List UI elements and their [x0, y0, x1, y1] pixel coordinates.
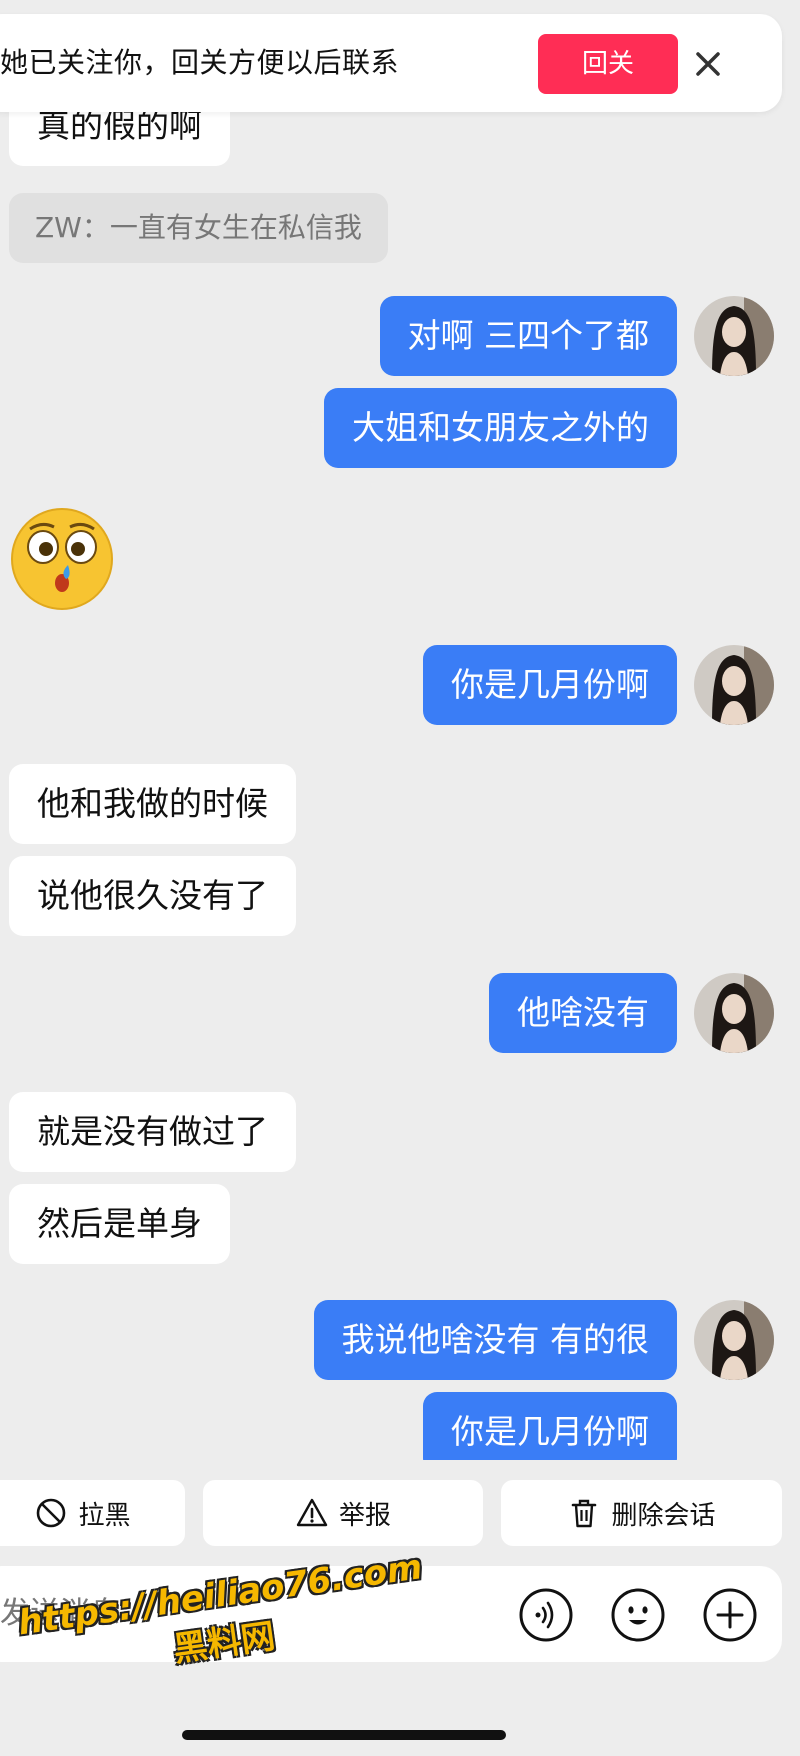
emoji-icon[interactable] — [610, 1587, 666, 1643]
follow-back-button[interactable]: 回关 — [538, 34, 678, 94]
message-in: 说他很久没有了 — [9, 856, 296, 936]
quoted-message[interactable]: ZW：一直有女生在私信我 — [9, 193, 388, 263]
plus-icon[interactable] — [702, 1587, 758, 1643]
block-label: 拉黑 — [78, 1500, 131, 1531]
message-in: 就是没有做过了 — [9, 1092, 296, 1172]
message-in: 他和我做的时候 — [9, 764, 296, 844]
block-icon — [37, 1498, 66, 1528]
trash-icon — [572, 1499, 597, 1528]
message-out: 他啥没有 — [489, 973, 677, 1053]
worried-face-emoji — [10, 507, 114, 611]
close-icon[interactable] — [688, 44, 728, 84]
report-button[interactable]: 举报 — [203, 1480, 483, 1546]
report-label: 举报 — [338, 1500, 391, 1531]
message-list[interactable]: 真的假的啊 ZW：一直有女生在私信我 对啊 三四个了都 大姐和女朋友之外的 你是… — [0, 0, 800, 1460]
banner-text: 她已关注你，回关方便以后联系 — [0, 46, 400, 79]
message-out: 大姐和女朋友之外的 — [324, 388, 677, 468]
message-out: 对啊 三四个了都 — [379, 296, 677, 376]
message-in: 然后是单身 — [9, 1184, 230, 1264]
message-out: 你是几月份啊 — [423, 645, 677, 725]
delete-label: 删除会话 — [611, 1500, 716, 1531]
follow-back-banner: 她已关注你，回关方便以后联系 回关 — [0, 14, 782, 112]
block-button[interactable]: 拉黑 — [0, 1480, 185, 1546]
avatar[interactable] — [694, 1300, 774, 1380]
voice-icon[interactable] — [518, 1587, 574, 1643]
delete-conversation-button[interactable]: 删除会话 — [501, 1480, 782, 1546]
avatar[interactable] — [694, 973, 774, 1053]
chat-screen: 真的假的啊 ZW：一直有女生在私信我 对啊 三四个了都 大姐和女朋友之外的 你是… — [0, 0, 800, 1756]
home-indicator[interactable] — [182, 1730, 506, 1740]
avatar[interactable] — [694, 296, 774, 376]
avatar[interactable] — [694, 645, 774, 725]
message-out: 我说他啥没有 有的很 — [313, 1300, 677, 1380]
conversation-actions: 拉黑 举报 删除会话 — [0, 1480, 800, 1546]
message-out: 你是几月份啊 — [423, 1392, 677, 1460]
warning-icon — [296, 1498, 328, 1527]
